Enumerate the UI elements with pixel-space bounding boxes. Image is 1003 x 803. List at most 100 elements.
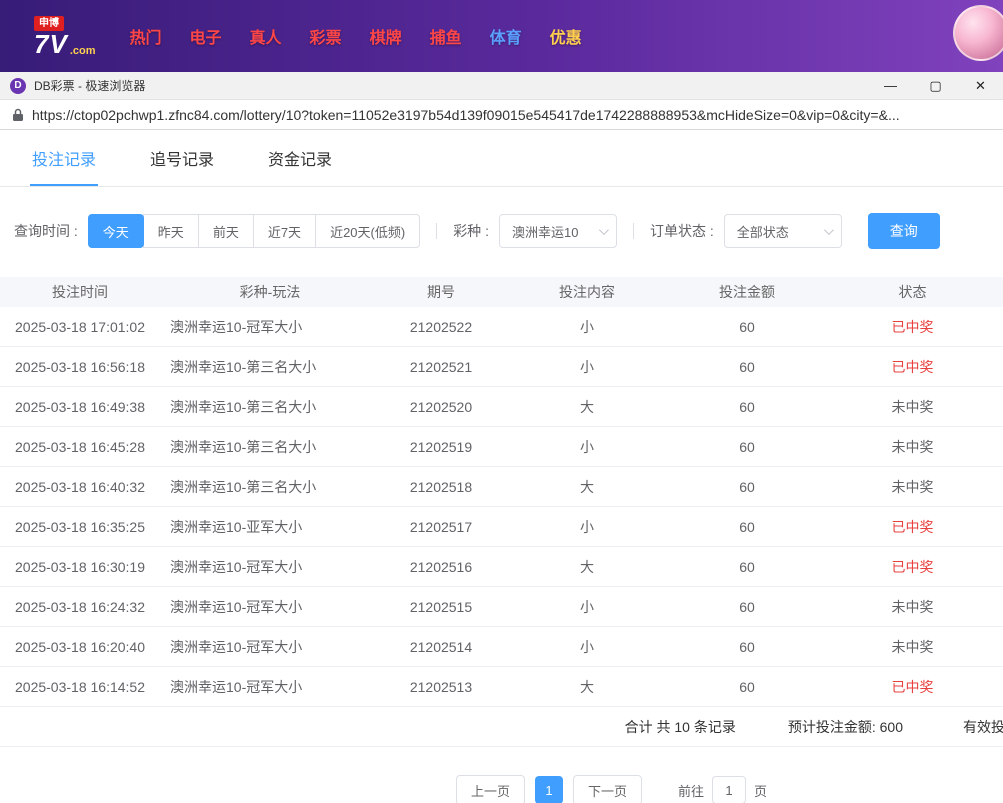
cell-content: 大 (580, 678, 594, 695)
cell-amount: 60 (739, 638, 755, 655)
cell-content: 小 (580, 638, 594, 655)
cell-status: 未中奖 (891, 398, 934, 415)
current-page-button[interactable]: 1 (534, 776, 563, 803)
table-row: 2025-03-18 16:30:19 澳洲幸运10-冠军大小 21202516 大 6… (0, 547, 1003, 587)
cell-time: 2025-03-18 16:20:40 (15, 638, 145, 655)
cell-content: 小 (580, 598, 594, 615)
cell-play: 澳洲幸运10-冠军大小 (170, 678, 303, 695)
nav-item-优惠[interactable]: 优惠 (550, 24, 582, 48)
cell-amount: 60 (739, 518, 755, 535)
column-header-issue: 期号 (427, 284, 455, 300)
cell-content: 大 (580, 478, 594, 495)
cell-status: 未中奖 (891, 478, 934, 495)
maximize-button[interactable]: ▢ (913, 72, 958, 99)
filter-divider (436, 223, 438, 239)
browser-favicon-icon: D (10, 77, 26, 94)
window-title: DB彩票 - 极速浏览器 (34, 79, 146, 93)
time-filter-前天[interactable]: 前天 (197, 214, 254, 248)
table-row: 2025-03-18 16:40:32 澳洲幸运10-第三名大小 21202518 大… (0, 467, 1003, 507)
tab-追号记录[interactable]: 追号记录 (148, 130, 216, 186)
table-row: 2025-03-18 16:14:52 澳洲幸运10-冠军大小 21202513 大 6… (0, 667, 1003, 707)
user-avatar[interactable] (953, 5, 1003, 61)
lottery-select-label: 彩种 : (453, 223, 489, 239)
table-summary-row: 合计 共 10 条记录 预计投注金额: 600 有效投注金 (0, 707, 1003, 747)
lock-icon (12, 108, 24, 122)
cell-time: 2025-03-18 16:35:25 (15, 518, 145, 535)
table-row: 2025-03-18 16:24:32 澳洲幸运10-冠军大小 21202515 小 6… (0, 587, 1003, 627)
cell-issue: 21202516 (409, 558, 473, 575)
time-filter-group: 今天 昨天 前天 近7天 近20天(低频) (87, 214, 421, 248)
tab-投注记录[interactable]: 投注记录 (30, 130, 99, 186)
cell-time: 2025-03-18 16:40:32 (15, 478, 145, 495)
search-button[interactable]: 查询 (867, 213, 940, 249)
tab-资金记录[interactable]: 资金记录 (266, 130, 334, 186)
lottery-select-value: 澳洲幸运10 (511, 224, 579, 240)
browser-titlebar: D DB彩票 - 极速浏览器 — ▢ ✕ (0, 72, 1003, 100)
column-header-play: 彩种-玩法 (239, 284, 301, 300)
table-row: 2025-03-18 16:35:25 澳洲幸运10-亚军大小 21202517 小 6… (0, 507, 1003, 547)
cell-time: 2025-03-18 16:49:38 (15, 398, 145, 415)
site-topbar: 申博 7V .com 热门 电子 真人 彩票 棋牌 捕鱼 体育 优惠 (0, 0, 1003, 72)
cell-amount: 60 (739, 598, 755, 615)
cell-play: 澳洲幸运10-亚军大小 (170, 518, 303, 535)
time-filter-近7天[interactable]: 近7天 (252, 214, 317, 248)
logo-main-text: 7V (34, 28, 68, 59)
lottery-select[interactable]: 澳洲幸运10 (498, 214, 617, 248)
minimize-button[interactable]: — (868, 72, 913, 99)
cell-status: 未中奖 (891, 438, 934, 455)
cell-amount: 60 (739, 358, 755, 375)
cell-status: 未中奖 (891, 638, 934, 655)
records-count-text: 合计 共 10 条记录 (624, 718, 736, 735)
nav-item-热门[interactable]: 热门 (130, 24, 162, 48)
table-row: 2025-03-18 16:20:40 澳洲幸运10-冠军大小 21202514 小 6… (0, 627, 1003, 667)
time-filter-昨天[interactable]: 昨天 (142, 214, 199, 248)
next-page-button[interactable]: 下一页 (572, 775, 642, 803)
cell-issue: 21202521 (409, 358, 473, 375)
time-filter-今天[interactable]: 今天 (87, 214, 144, 248)
nav-item-彩票[interactable]: 彩票 (310, 24, 342, 48)
table-row: 2025-03-18 16:49:38 澳洲幸运10-第三名大小 21202520 大… (0, 387, 1003, 427)
top-nav: 热门 电子 真人 彩票 棋牌 捕鱼 体育 优惠 (130, 24, 582, 48)
cell-play: 澳洲幸运10-第三名大小 (170, 478, 317, 495)
cell-content: 小 (580, 358, 594, 375)
goto-page-unit: 页 (754, 783, 768, 799)
cell-time: 2025-03-18 17:01:02 (15, 318, 145, 335)
cell-issue: 21202515 (409, 598, 473, 615)
bet-records-table: 投注时间 彩种-玩法 期号 投注内容 投注金额 状态 2025-03-18 17:01:0… (0, 277, 1003, 747)
cell-issue: 21202513 (409, 678, 473, 695)
cell-time: 2025-03-18 16:45:28 (15, 438, 145, 455)
cell-play: 澳洲幸运10-冠军大小 (170, 598, 303, 615)
cell-content: 小 (580, 518, 594, 535)
prev-page-button[interactable]: 上一页 (455, 775, 525, 803)
cell-content: 大 (580, 558, 594, 575)
nav-item-棋牌[interactable]: 棋牌 (370, 24, 402, 48)
cell-amount: 60 (739, 438, 755, 455)
cell-issue: 21202522 (409, 318, 473, 335)
nav-item-体育[interactable]: 体育 (490, 24, 522, 48)
site-logo[interactable]: 申博 7V .com (34, 15, 96, 59)
goto-page-label: 前往 (678, 783, 705, 799)
expected-amount-text: 预计投注金额: 600 (787, 718, 903, 735)
window-controls: — ▢ ✕ (868, 72, 1003, 99)
cell-status: 已中奖 (891, 318, 934, 335)
goto-page-input[interactable]: 1 (712, 776, 747, 803)
close-button[interactable]: ✕ (958, 72, 1003, 99)
table-body: 2025-03-18 17:01:02 澳洲幸运10-冠军大小 21202522 小 6… (0, 307, 1003, 707)
valid-amount-text: 有效投注金 (963, 718, 1003, 735)
cell-amount: 60 (739, 398, 755, 415)
nav-item-电子[interactable]: 电子 (190, 24, 222, 48)
cell-play: 澳洲幸运10-冠军大小 (170, 558, 303, 575)
time-filter-近20天(低频)[interactable]: 近20天(低频) (315, 214, 421, 248)
cell-status: 未中奖 (891, 598, 934, 615)
nav-item-真人[interactable]: 真人 (250, 24, 282, 48)
cell-status: 已中奖 (891, 518, 934, 535)
browser-urlbar[interactable]: https://ctop02pchwp1.zfnc84.com/lottery/… (0, 100, 1003, 130)
nav-item-捕鱼[interactable]: 捕鱼 (430, 24, 462, 48)
url-text[interactable]: https://ctop02pchwp1.zfnc84.com/lottery/… (32, 107, 900, 123)
cell-issue: 21202514 (409, 638, 473, 655)
cell-content: 小 (580, 318, 594, 335)
cell-amount: 60 (739, 478, 755, 495)
cell-play: 澳洲幸运10-第三名大小 (170, 398, 317, 415)
cell-amount: 60 (739, 558, 755, 575)
order-status-select[interactable]: 全部状态 (723, 214, 842, 248)
